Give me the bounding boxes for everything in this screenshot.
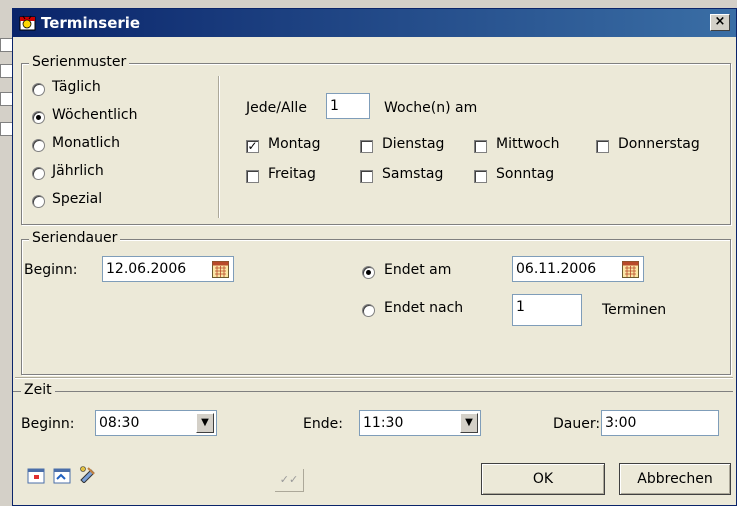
checkbox-tuesday-label: Dienstag <box>382 136 445 152</box>
end-on-date-value: 06.11.2006 <box>516 261 597 277</box>
time-end-label: Ende: <box>303 416 343 432</box>
checkbox-sunday[interactable] <box>474 170 487 183</box>
ok-button[interactable]: OK <box>481 463 605 495</box>
recurrence-pattern-group: Serienmuster Täglich Wöchentlich Monatli… <box>21 54 731 225</box>
checkbox-friday[interactable] <box>246 170 259 183</box>
close-icon: × <box>714 14 726 29</box>
recurrence-pattern-legend: Serienmuster <box>29 54 130 70</box>
checkmark-icon[interactable]: ✓✓ <box>275 469 304 492</box>
end-after-unit-label: Terminen <box>602 302 667 318</box>
checkbox-monday-label: Montag <box>268 136 321 152</box>
duration-start-label: Beginn: <box>24 262 78 278</box>
close-button[interactable]: × <box>710 14 730 31</box>
radio-end-on-label: Endet am <box>384 262 452 278</box>
checkbox-saturday[interactable] <box>360 170 373 183</box>
time-end-value: 11:30 <box>363 415 404 431</box>
time-duration-label: Dauer: <box>553 416 601 432</box>
window-title: Terminserie <box>41 14 141 32</box>
time-start-dropdown[interactable]: 08:30 ▼ <box>95 410 217 436</box>
calendar-icon[interactable] <box>622 261 639 278</box>
every-label: Jede/Alle <box>246 100 307 116</box>
recurrence-duration-group: Seriendauer Beginn: 12.06.2006 Endet am … <box>21 230 731 375</box>
radio-daily[interactable] <box>32 83 45 96</box>
radio-yearly[interactable] <box>32 167 45 180</box>
recurrence-duration-legend: Seriendauer <box>29 230 121 246</box>
recurrence-app-icon <box>19 15 36 31</box>
radio-end-after[interactable] <box>362 304 375 317</box>
time-legend: Zeit <box>21 382 55 398</box>
every-input[interactable]: 1 <box>326 93 370 119</box>
radio-daily-label: Täglich <box>52 79 101 95</box>
cancel-button[interactable]: Abbrechen <box>619 463 731 495</box>
radio-end-on[interactable] <box>362 266 375 279</box>
calendar-edit-icon[interactable] <box>53 467 71 485</box>
checkbox-monday[interactable]: ✓ <box>246 140 259 153</box>
time-start-value: 08:30 <box>99 415 140 431</box>
chevron-down-icon[interactable]: ▼ <box>460 413 478 433</box>
radio-special[interactable] <box>32 195 45 208</box>
radio-monthly[interactable] <box>32 139 45 152</box>
paint-tools-icon[interactable] <box>79 465 97 483</box>
week-label: Woche(n) am <box>384 100 478 116</box>
checkbox-tuesday[interactable] <box>360 140 373 153</box>
radio-yearly-label: Jährlich <box>52 163 104 179</box>
pattern-divider <box>218 76 220 218</box>
title-bar[interactable]: Terminserie × <box>13 9 736 37</box>
checkbox-saturday-label: Samstag <box>382 166 444 182</box>
calendar-icon[interactable] <box>212 261 229 278</box>
time-end-dropdown[interactable]: 11:30 ▼ <box>359 410 481 436</box>
duration-start-value: 12.06.2006 <box>106 261 187 277</box>
radio-monthly-label: Monatlich <box>52 135 120 151</box>
radio-special-label: Spezial <box>52 191 103 207</box>
terminserie-dialog: Terminserie × Serienmuster Täglich Wöche… <box>12 8 737 506</box>
radio-end-after-label: Endet nach <box>384 300 464 316</box>
checkbox-sunday-label: Sonntag <box>496 166 555 182</box>
section-separator <box>15 377 733 379</box>
checkbox-thursday-label: Donnerstag <box>618 136 700 152</box>
time-duration-input[interactable]: 3:00 <box>601 410 719 436</box>
checkbox-thursday[interactable] <box>596 140 609 153</box>
checkbox-wednesday[interactable] <box>474 140 487 153</box>
radio-weekly-label: Wöchentlich <box>52 107 138 123</box>
end-after-input[interactable]: 1 <box>512 294 582 326</box>
checkbox-wednesday-label: Mittwoch <box>496 136 560 152</box>
chevron-down-icon[interactable]: ▼ <box>196 413 214 433</box>
calendar-view-icon[interactable] <box>27 467 45 485</box>
checkbox-friday-label: Freitag <box>268 166 316 182</box>
time-start-label: Beginn: <box>21 416 75 432</box>
time-group: Zeit Beginn: 08:30 ▼ Ende: 11:30 ▼ Dauer… <box>13 382 733 452</box>
radio-weekly[interactable] <box>32 111 45 124</box>
